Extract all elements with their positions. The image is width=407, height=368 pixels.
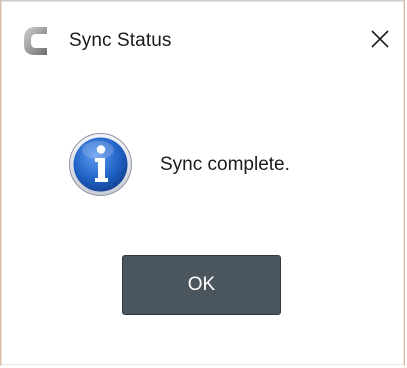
- app-logo-icon: [21, 24, 51, 58]
- close-button[interactable]: [362, 23, 398, 59]
- sync-status-dialog: Sync Status Sync complete. OK: [0, 0, 405, 366]
- window-title: Sync Status: [69, 30, 172, 51]
- title-bar: Sync Status: [1, 1, 404, 71]
- info-icon: [68, 132, 133, 197]
- close-icon: [369, 28, 391, 55]
- ok-button[interactable]: OK: [122, 255, 281, 315]
- status-message: Sync complete.: [160, 154, 290, 175]
